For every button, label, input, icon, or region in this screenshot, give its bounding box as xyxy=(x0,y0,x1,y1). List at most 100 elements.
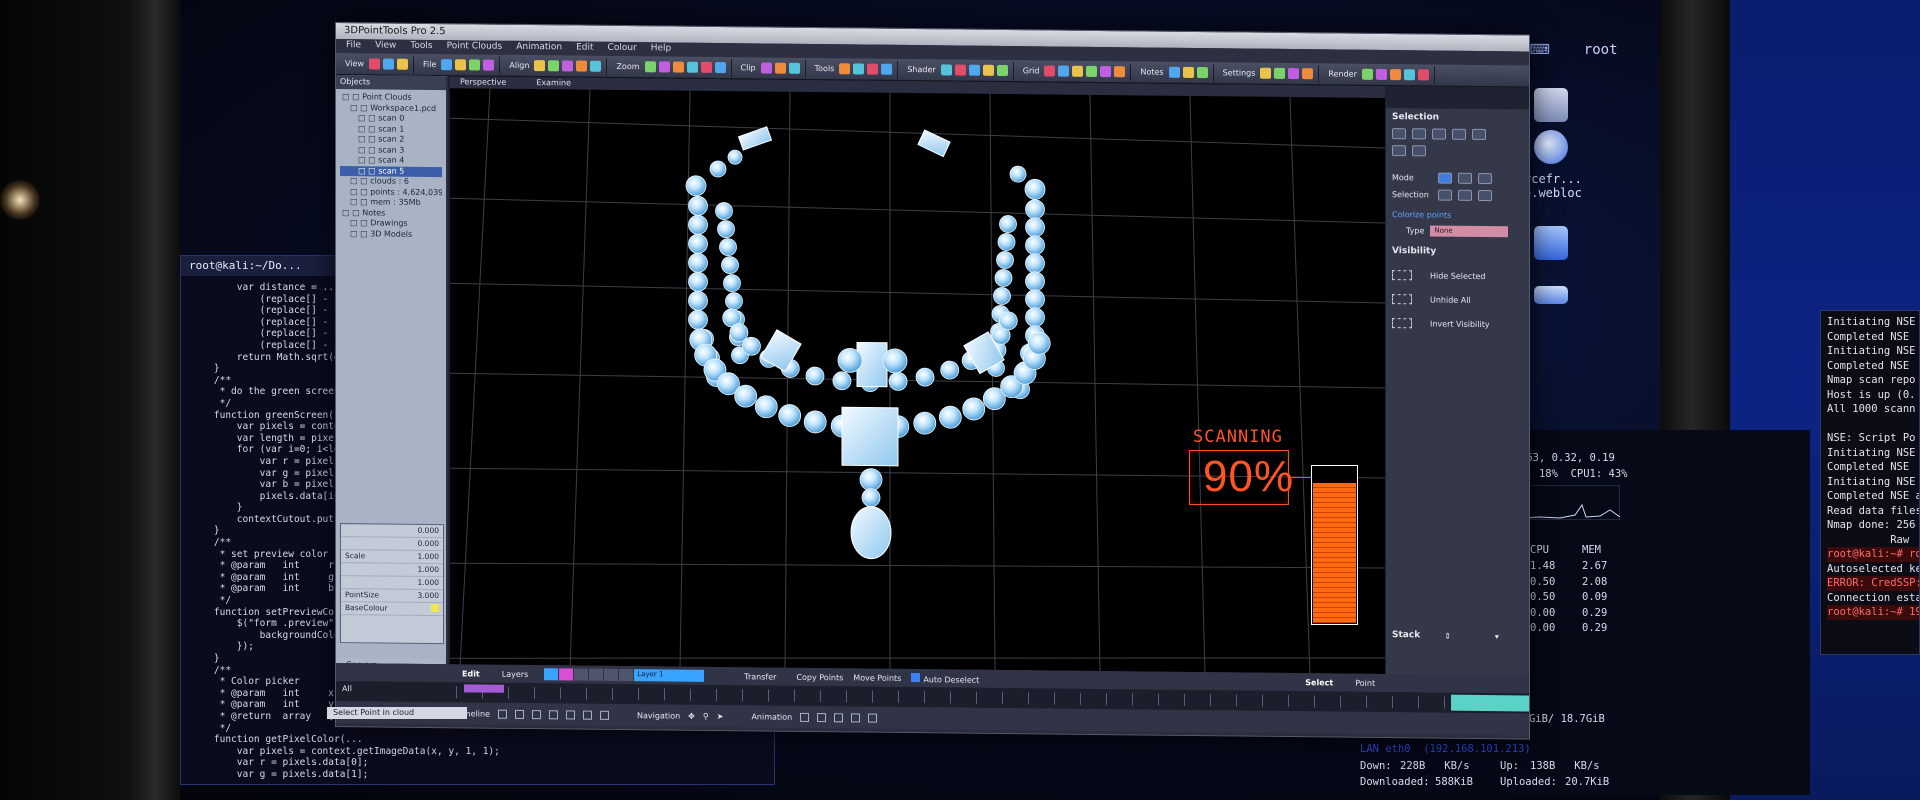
type-select[interactable]: None xyxy=(1430,225,1509,238)
toolbar-tool-icon[interactable] xyxy=(534,60,546,72)
timeline-playhead[interactable] xyxy=(464,684,504,693)
toolbar-tool-icon[interactable] xyxy=(1072,65,1084,77)
terminal-right-nmap[interactable]: Initiating NSE Completed NSE Initiating NS… xyxy=(1820,310,1920,655)
layer-swatch[interactable] xyxy=(619,668,634,682)
point-cloud-render[interactable] xyxy=(450,88,1385,676)
selection-none-button[interactable] xyxy=(1458,189,1472,201)
prev-key-icon[interactable] xyxy=(515,709,525,719)
tree-item[interactable]: □ □ mem : 35Mb xyxy=(340,197,442,209)
menu-item-help[interactable]: Help xyxy=(651,43,672,55)
toolbar-tool-icon[interactable] xyxy=(562,60,574,72)
layer-swatch[interactable] xyxy=(589,668,604,681)
menu-item-tools[interactable]: Tools xyxy=(410,41,432,53)
hide-selected-button[interactable]: Hide Selected xyxy=(1392,270,1525,281)
mode-replace-button[interactable] xyxy=(1438,172,1452,184)
toolbar-tool-icon[interactable] xyxy=(1375,68,1387,81)
play-icon[interactable] xyxy=(549,709,559,719)
property-value[interactable]: 3.000 xyxy=(418,591,439,601)
next-frame-icon[interactable] xyxy=(566,709,576,720)
auto-deselect-checkbox[interactable]: Auto Deselect xyxy=(911,672,979,684)
tab-examine[interactable]: Examine xyxy=(536,78,571,88)
first-frame-icon[interactable] xyxy=(498,709,508,719)
toolbar-tool-icon[interactable] xyxy=(382,58,394,70)
user-menu[interactable]: root xyxy=(1584,42,1618,58)
last-frame-icon[interactable] xyxy=(600,710,610,720)
toolbar-tool-icon[interactable] xyxy=(996,64,1008,77)
tab-perspective[interactable]: Perspective xyxy=(460,77,506,87)
lasso-select-icon[interactable] xyxy=(1412,128,1426,140)
toolbar-tool-icon[interactable] xyxy=(1114,66,1126,78)
keyboard-icon[interactable]: ⌨ xyxy=(1530,42,1550,58)
toolbar-tool-icon[interactable] xyxy=(1361,68,1373,80)
file-desktop-icon[interactable] xyxy=(1534,226,1568,260)
toolbar-tool-icon[interactable] xyxy=(788,62,800,74)
property-value[interactable]: 0.000 xyxy=(418,526,439,536)
toolbar-tool-icon[interactable] xyxy=(839,63,851,75)
toolbar-tool-icon[interactable] xyxy=(590,60,602,72)
toolbar-tool-icon[interactable] xyxy=(441,59,453,71)
property-value[interactable]: 0.000 xyxy=(418,539,439,549)
toolbar-tool-icon[interactable] xyxy=(368,58,380,70)
toolbar-tool-icon[interactable] xyxy=(700,61,712,73)
copy-points-button[interactable]: Copy Points xyxy=(796,672,843,681)
property-row[interactable]: 0.000 xyxy=(341,537,443,552)
toolbar-tool-icon[interactable] xyxy=(396,58,408,70)
toolbar-tool-icon[interactable] xyxy=(1168,66,1180,78)
mode-subtract-button[interactable] xyxy=(1478,172,1492,185)
selection-invert-button[interactable] xyxy=(1478,189,1492,202)
anim-tool-icon[interactable] xyxy=(800,712,810,722)
toolbar-tool-icon[interactable] xyxy=(1288,67,1300,80)
link-icon[interactable] xyxy=(1412,145,1426,157)
property-row[interactable]: Scale 1.000 xyxy=(341,550,443,565)
next-key-icon[interactable] xyxy=(583,710,593,720)
tab-layers[interactable]: Layers xyxy=(496,668,534,679)
toolbar-tool-icon[interactable] xyxy=(576,60,588,72)
toolbar-tool-icon[interactable] xyxy=(1417,69,1429,81)
toolbar-tool-icon[interactable] xyxy=(1196,67,1208,79)
magic-select-icon[interactable] xyxy=(1452,128,1466,140)
tree-item[interactable]: □ □ Workspace1.pcd xyxy=(340,103,442,115)
toolbar-tool-icon[interactable] xyxy=(982,64,994,76)
toolbar-tool-icon[interactable] xyxy=(1260,67,1272,79)
tree-item[interactable]: □ □ 3D Models xyxy=(340,229,442,241)
toolbar-tool-icon[interactable] xyxy=(686,61,698,73)
toolbar-tool-icon[interactable] xyxy=(867,63,879,75)
anim-tool-icon[interactable] xyxy=(817,712,827,722)
tree-item[interactable]: □ □ Drawings xyxy=(340,218,442,230)
menu-item-animation[interactable]: Animation xyxy=(516,42,562,54)
tab-select[interactable]: Select xyxy=(1299,677,1339,688)
property-row[interactable]: PointSize 3.000 xyxy=(341,589,443,604)
toolbar-tool-icon[interactable] xyxy=(1058,65,1070,77)
toolbar-tool-icon[interactable] xyxy=(714,61,726,74)
toolbar-tool-icon[interactable] xyxy=(548,60,560,72)
toolbar-tool-icon[interactable] xyxy=(1086,65,1098,77)
toolbar-tool-icon[interactable] xyxy=(1403,69,1415,81)
prev-frame-icon[interactable] xyxy=(532,709,542,719)
toolbar-tool-icon[interactable] xyxy=(968,64,980,76)
toolbar-tool-icon[interactable] xyxy=(1100,66,1112,78)
menu-item-colour[interactable]: Colour xyxy=(608,43,637,55)
move-points-button[interactable]: Move Points xyxy=(853,673,901,683)
layer-name[interactable]: Layer 1 xyxy=(634,669,705,682)
tag-icon[interactable] xyxy=(1392,145,1406,157)
base-colour-swatch[interactable] xyxy=(431,604,439,613)
layer-swatch[interactable] xyxy=(604,668,619,681)
toolbar-tool-icon[interactable] xyxy=(774,62,786,74)
layer-swatch[interactable] xyxy=(544,668,559,681)
webloc-desktop-icon[interactable] xyxy=(1534,130,1568,164)
toolbar-tool-icon[interactable] xyxy=(1302,68,1314,80)
anim-tool-icon[interactable] xyxy=(851,712,861,723)
menu-item-edit[interactable]: Edit xyxy=(576,43,593,55)
anim-tool-icon[interactable] xyxy=(834,712,844,722)
pointtools-window[interactable]: 3DPointTools Pro 2.5 File View Tools Point … xyxy=(335,22,1530,740)
plane-select-icon[interactable] xyxy=(1472,128,1486,141)
property-value[interactable]: 1.000 xyxy=(418,552,439,562)
tab-point[interactable]: Point xyxy=(1349,677,1381,688)
pointer-icon[interactable]: ➤ xyxy=(717,711,724,720)
toolbar-tool-icon[interactable] xyxy=(1389,69,1401,81)
tab-edit[interactable]: Edit xyxy=(456,668,486,679)
property-value[interactable]: 1.000 xyxy=(418,578,439,588)
selection-all-button[interactable] xyxy=(1438,189,1452,201)
property-value[interactable]: 1.000 xyxy=(418,565,439,575)
tree-item[interactable]: □ □ Point Clouds xyxy=(340,92,442,104)
